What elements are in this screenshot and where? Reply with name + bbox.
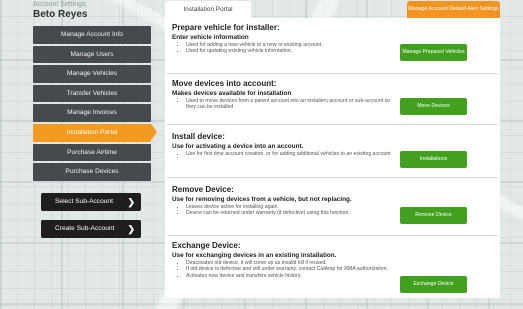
section-subtitle: Use for removing devices from a vehicle,…	[172, 196, 352, 203]
bullet-item: Device can be returned under warranty (i…	[186, 210, 391, 216]
section-title: Remove Device:	[172, 185, 234, 194]
bullet-item: If old device is defective and still und…	[186, 266, 391, 272]
account-settings-label: Account Settings	[33, 1, 86, 8]
section-title: Exchange Device:	[172, 241, 241, 250]
sidebar-item-manage-users[interactable]: Manage Users	[33, 45, 151, 64]
create-subaccount-label: Create Sub-Account	[55, 225, 115, 232]
exchange-device-button[interactable]: Exchange Device	[400, 276, 467, 293]
move-devices-button[interactable]: Move Devices	[400, 98, 467, 115]
sidebar-item-purchase-airtime[interactable]: Purchase Airtime	[33, 143, 151, 162]
tab-manage-alert-settings[interactable]: Manage Account Default Alert Settings	[407, 1, 500, 18]
sidebar-item-manage-account-info[interactable]: Manage Account Info	[33, 26, 151, 44]
bullet-item: Used for updating existing vehicle infor…	[186, 48, 391, 54]
bullet-item: Activates new device and transfers vehic…	[186, 273, 391, 279]
user-name: Beto Reyes	[33, 9, 88, 20]
sidebar-item-installation-portal[interactable]: Installation Portal	[33, 123, 157, 142]
section-divider	[167, 177, 498, 178]
section-subtitle: Enter vehicle information	[172, 34, 249, 41]
section-title: Move devices into account:	[172, 79, 277, 88]
section-divider	[167, 235, 498, 236]
section-exchange-device: Exchange Device: Use for exchanging devi…	[172, 241, 500, 279]
section-subtitle: Use for exchanging devices in an existin…	[172, 252, 337, 259]
bullet-item: Used to move devices from a parent accou…	[186, 98, 391, 111]
section-divider	[167, 124, 498, 125]
sidebar-item-purchase-devices[interactable]: Purchase Devices	[33, 163, 151, 181]
chevron-right-icon: ❯	[127, 197, 135, 207]
tab-installation-portal[interactable]: Installation Portal	[165, 1, 251, 18]
manage-prepared-vehicles-button[interactable]: Manage Prepared Vehicles	[400, 44, 467, 61]
create-subaccount-button[interactable]: Create Sub-Account ❯	[41, 220, 141, 238]
sidebar: Account Settings Beto Reyes Manage Accou…	[0, 0, 160, 309]
section-subtitle: Use for activating a device into an acco…	[172, 143, 304, 150]
section-subtitle: Makes devices available for installation	[172, 90, 292, 97]
remove-device-button[interactable]: Remove Device	[400, 207, 467, 224]
select-subaccount-button[interactable]: Select Sub-Account ❯	[41, 193, 141, 211]
section-title: Install device:	[172, 132, 225, 141]
side-nav: Manage Account Info Manage Users Manage …	[33, 26, 161, 183]
select-subaccount-label: Select Sub-Account	[55, 198, 113, 205]
chevron-right-icon: ❯	[127, 224, 135, 234]
section-divider	[167, 73, 498, 74]
sidebar-item-manage-vehicles[interactable]: Manage Vehicles	[33, 65, 151, 83]
section-title: Prepare vehicle for installer:	[172, 23, 280, 32]
bullet-item: Use for first time account creation, or …	[186, 151, 391, 157]
installations-button[interactable]: Installations	[400, 151, 467, 168]
sidebar-item-manage-invoices[interactable]: Manage Invoices	[33, 104, 151, 122]
sidebar-item-transfer-vehicles[interactable]: Transfer Vehicles	[33, 84, 151, 103]
